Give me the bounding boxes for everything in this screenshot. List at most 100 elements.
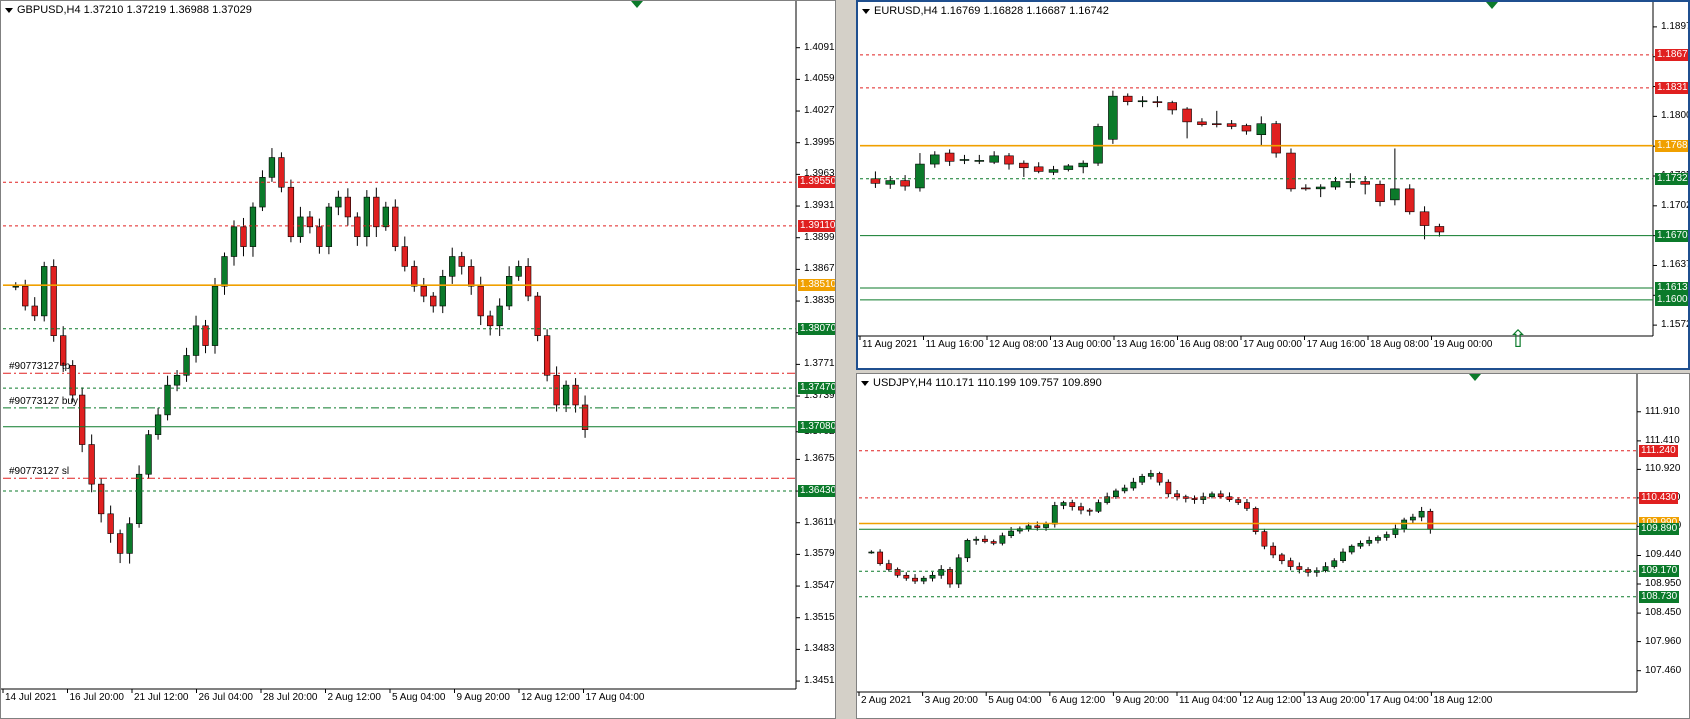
candle-bear[interactable] [344, 196, 352, 218]
candle-bear[interactable] [1033, 166, 1044, 172]
candle-bull[interactable] [1330, 181, 1341, 188]
candle-bull[interactable] [1095, 502, 1102, 512]
candle-bull[interactable] [885, 180, 896, 185]
candle-bull[interactable] [1051, 505, 1058, 525]
candle-bear[interactable] [1261, 531, 1268, 547]
candle-bull[interactable] [868, 551, 875, 554]
chart-window-gbpusd[interactable]: GBPUSD,H4 1.37210 1.37219 1.36988 1.3702… [0, 0, 836, 719]
candle-bull[interactable] [938, 569, 945, 576]
candle-bull[interactable] [192, 325, 200, 356]
candle-bull[interactable] [1340, 551, 1346, 562]
candle-bull[interactable] [41, 266, 48, 317]
candle-bear[interactable] [1419, 211, 1430, 226]
candle-bull[interactable] [1137, 100, 1148, 103]
candle-bear[interactable] [1296, 566, 1303, 570]
candle-bull[interactable] [249, 206, 257, 247]
candle-bear[interactable] [870, 178, 881, 184]
candle-bull[interactable] [183, 355, 190, 376]
candle-bull[interactable] [439, 276, 446, 307]
chart-shift-icon[interactable] [1486, 2, 1498, 9]
candle-bull[interactable] [496, 305, 503, 327]
candle-bear[interactable] [69, 365, 76, 396]
candle-bull[interactable] [1108, 95, 1118, 140]
candle-bear[interactable] [1252, 508, 1259, 532]
candle-bear[interactable] [1404, 188, 1415, 213]
chart-menu-icon[interactable] [861, 380, 869, 386]
candle-bull[interactable] [1383, 534, 1390, 538]
candle-bull[interactable] [974, 160, 985, 162]
candle-bull[interactable] [1345, 181, 1356, 183]
candle-bull[interactable] [929, 574, 936, 579]
chart-window-eurusd[interactable]: EURUSD,H4 1.16769 1.16828 1.16687 1.1674… [856, 0, 1690, 370]
candle-bull[interactable] [964, 540, 971, 559]
candle-bull[interactable] [1401, 519, 1408, 530]
chart-shift-icon[interactable] [631, 1, 643, 8]
candle-bear[interactable] [31, 305, 38, 317]
candle-bull[interactable] [1418, 510, 1425, 518]
candle-bull[interactable] [135, 473, 143, 525]
candle-bull[interactable] [506, 276, 513, 307]
candle-bear[interactable] [1286, 152, 1296, 190]
candle-bear[interactable] [912, 577, 918, 582]
candle-bear[interactable] [553, 374, 560, 406]
candle-bull[interactable] [1121, 487, 1128, 492]
candle-bear[interactable] [981, 538, 988, 542]
candle-bear[interactable] [1212, 123, 1222, 125]
candle-bull[interactable] [1147, 473, 1154, 477]
candle-bull[interactable] [1139, 476, 1146, 483]
candle-bull[interactable] [12, 285, 19, 288]
candle-bear[interactable] [944, 152, 955, 162]
candle-bull[interactable] [1043, 523, 1049, 528]
candle-bull[interactable] [1375, 537, 1381, 541]
candle-bull[interactable] [1008, 530, 1015, 537]
candle-bear[interactable] [581, 404, 589, 430]
candle-bear[interactable] [487, 315, 494, 327]
candle-bear[interactable] [1078, 506, 1084, 511]
candle-bear[interactable] [990, 541, 997, 544]
candle-bull[interactable] [930, 154, 940, 165]
candle-bear[interactable] [79, 394, 86, 445]
candle-bull[interactable] [1348, 545, 1355, 553]
candle-bear[interactable] [401, 246, 408, 267]
candle-bull[interactable] [1409, 516, 1416, 521]
chart-menu-icon[interactable] [862, 8, 870, 14]
candle-bull[interactable] [382, 206, 389, 228]
chart-plot-gbpusd[interactable] [1, 1, 836, 719]
candle-bear[interactable] [1270, 545, 1277, 556]
candle-bull[interactable] [1063, 165, 1074, 170]
candle-bear[interactable] [885, 563, 892, 570]
candle-bull[interactable] [363, 196, 370, 238]
candle-bear[interactable] [1165, 481, 1172, 495]
candle-bear[interactable] [1301, 187, 1311, 190]
candle-bull[interactable] [449, 256, 456, 277]
candle-bear[interactable] [316, 226, 323, 247]
candle-bear[interactable] [1086, 509, 1093, 512]
candle-bull[interactable] [999, 535, 1006, 544]
chart-plot-usdjpy[interactable] [857, 374, 1689, 718]
candle-bear[interactable] [1167, 102, 1178, 111]
candle-bear[interactable] [1226, 123, 1237, 127]
candle-bull[interactable] [221, 256, 228, 287]
candle-bear[interactable] [1287, 560, 1294, 567]
candle-bear[interactable] [477, 285, 484, 317]
candle-bull[interactable] [1093, 126, 1103, 164]
candle-bull[interactable] [173, 374, 181, 386]
buy-arrow-icon[interactable]: ⇧ [1508, 327, 1528, 351]
candle-bear[interactable] [1182, 108, 1192, 123]
candle-bull[interactable] [325, 206, 333, 247]
candle-bear[interactable] [903, 574, 910, 579]
candle-bull[interactable] [1048, 169, 1059, 173]
candle-bear[interactable] [1069, 502, 1076, 507]
candle-bull[interactable] [268, 157, 276, 178]
candle-bull[interactable] [164, 384, 171, 416]
chart-menu-icon[interactable] [5, 7, 13, 13]
candle-bear[interactable] [420, 285, 427, 297]
candle-bull[interactable] [1390, 188, 1400, 201]
candle-bull[interactable] [1322, 566, 1329, 571]
candle-bull[interactable] [1331, 560, 1338, 567]
candle-bear[interactable] [287, 186, 295, 238]
candle-bull[interactable] [154, 414, 162, 435]
candle-bear[interactable] [411, 266, 418, 287]
candle-bear[interactable] [50, 266, 57, 336]
candle-bull[interactable] [1130, 481, 1137, 489]
